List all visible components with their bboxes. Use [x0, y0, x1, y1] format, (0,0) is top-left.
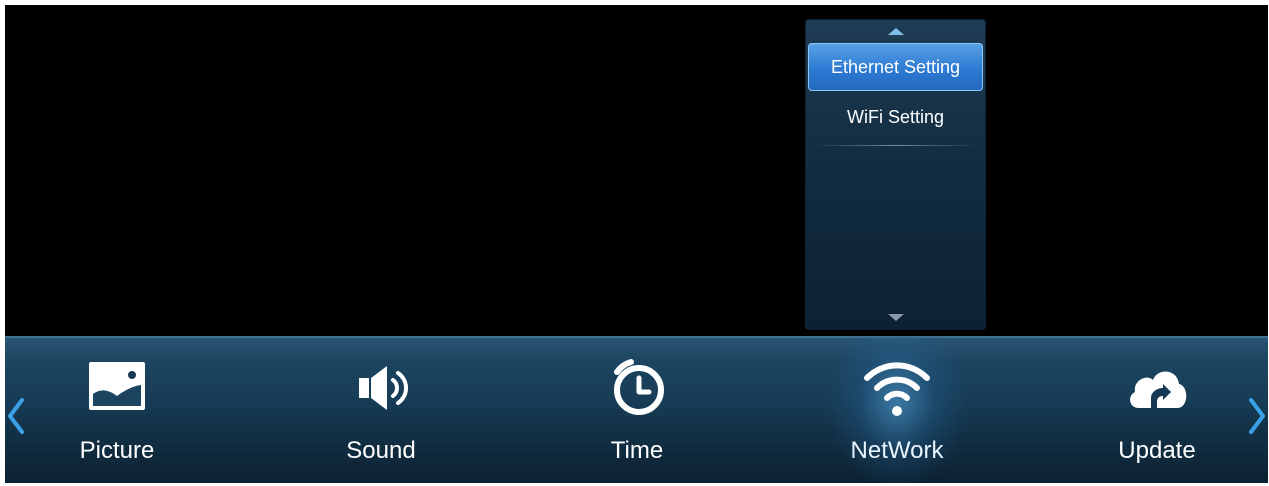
menu-item-label: NetWork	[850, 437, 944, 464]
tv-screen: Ethernet Setting WiFi Setting Picture So…	[5, 5, 1268, 483]
network-submenu: Ethernet Setting WiFi Setting	[805, 19, 986, 330]
picture-icon	[89, 362, 145, 410]
settings-menu-bar: Picture Sound Time NetWork Update	[5, 336, 1268, 483]
scroll-down-arrow-icon[interactable]	[887, 314, 904, 321]
menu-item-update[interactable]: Update	[1077, 336, 1237, 483]
submenu-divider	[813, 145, 978, 146]
chevron-left-icon[interactable]	[5, 396, 27, 436]
cloud-upload-icon	[1130, 371, 1187, 408]
menu-item-time[interactable]: Time	[557, 336, 717, 483]
submenu-item-ethernet-setting[interactable]: Ethernet Setting	[808, 43, 983, 91]
wifi-icon	[864, 362, 930, 416]
menu-item-label: Time	[610, 437, 664, 464]
menu-item-sound[interactable]: Sound	[301, 336, 461, 483]
submenu-item-wifi-setting[interactable]: WiFi Setting	[805, 93, 986, 141]
speaker-icon	[359, 366, 408, 410]
menu-item-network[interactable]: NetWork	[817, 336, 977, 483]
menu-item-label: Picture	[79, 437, 155, 464]
clock-icon	[614, 359, 664, 415]
scroll-up-arrow-icon[interactable]	[887, 28, 904, 35]
menu-item-label: Update	[1118, 437, 1196, 464]
menu-item-picture[interactable]: Picture	[37, 336, 197, 483]
chevron-right-icon[interactable]	[1246, 396, 1268, 436]
menu-item-label: Sound	[346, 437, 416, 464]
